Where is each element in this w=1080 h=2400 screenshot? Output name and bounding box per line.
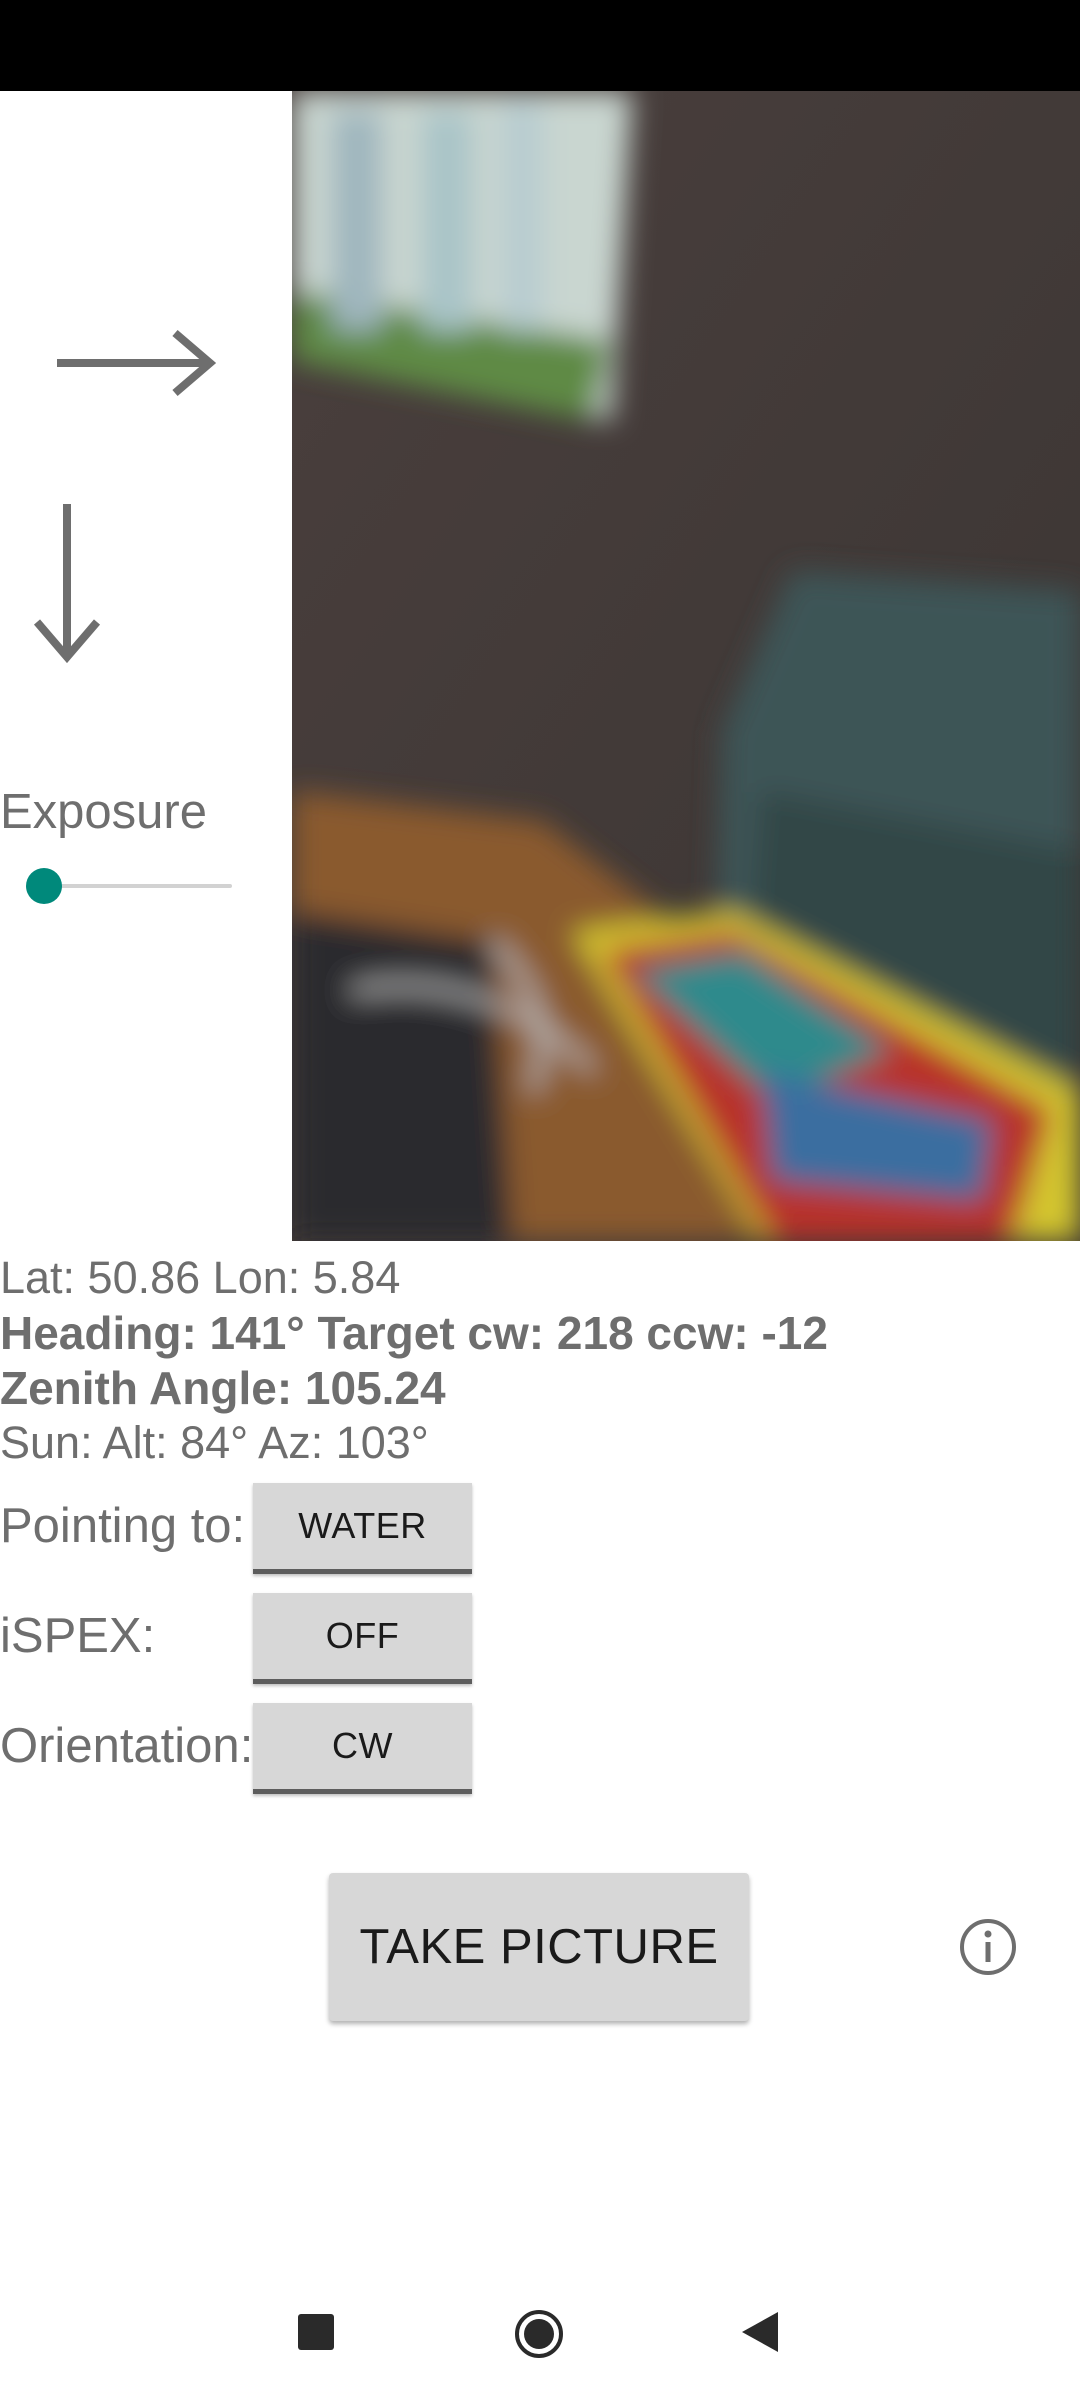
sun-readout: Sun: Alt: 84° Az: 103° bbox=[0, 1417, 429, 1468]
arrow-right-icon bbox=[57, 329, 217, 397]
nav-recents-icon[interactable] bbox=[298, 2314, 334, 2350]
heading-readout: Heading: 141° Target cw: 218 ccw: -12 bbox=[0, 1307, 828, 1359]
pointing-label: Pointing to: bbox=[0, 1499, 246, 1553]
camera-preview-image bbox=[292, 91, 1080, 1241]
nav-home-icon[interactable] bbox=[513, 2308, 565, 2360]
camera-preview bbox=[292, 91, 1080, 1241]
exposure-slider-track bbox=[44, 884, 232, 888]
exposure-label: Exposure bbox=[0, 785, 208, 839]
pointing-button[interactable]: WATER bbox=[253, 1483, 472, 1574]
status-bar bbox=[0, 0, 1080, 91]
orientation-label: Orientation: bbox=[0, 1719, 254, 1773]
exposure-slider-thumb[interactable] bbox=[26, 868, 62, 904]
info-icon[interactable] bbox=[958, 1917, 1018, 1977]
app-screen: Exposure Lat: 50.86 Lon: 5.84 Heading: 1… bbox=[0, 0, 1080, 2400]
ispex-button[interactable]: OFF bbox=[253, 1593, 472, 1684]
exposure-slider[interactable] bbox=[26, 868, 232, 904]
location-readout: Lat: 50.86 Lon: 5.84 bbox=[0, 1252, 401, 1303]
ispex-label: iSPEX: bbox=[0, 1609, 156, 1663]
nav-back-icon[interactable] bbox=[740, 2310, 780, 2354]
orientation-button[interactable]: CW bbox=[253, 1703, 472, 1794]
take-picture-button[interactable]: TAKE PICTURE bbox=[329, 1873, 749, 2021]
system-nav-bar bbox=[0, 2280, 1080, 2390]
arrow-down-icon bbox=[33, 504, 101, 664]
zenith-readout: Zenith Angle: 105.24 bbox=[0, 1362, 446, 1414]
